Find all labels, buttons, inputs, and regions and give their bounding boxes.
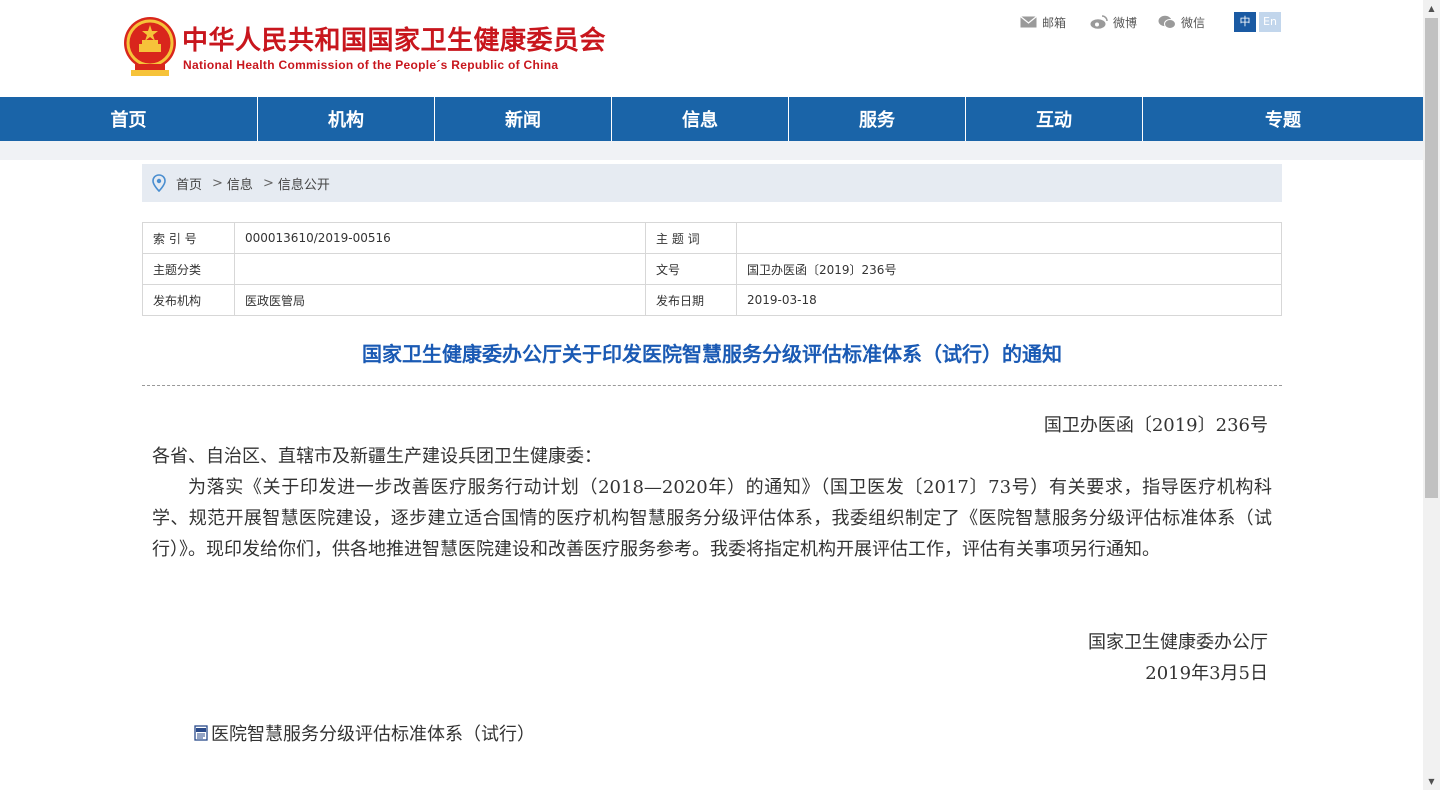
site-title-en[interactable]: National Health Commission of the People… (183, 58, 558, 72)
wechat-icon (1158, 15, 1176, 29)
location-pin-icon (152, 174, 166, 192)
document-number: 国卫办医函〔2019〕236号 (1043, 415, 1268, 436)
lang-zh-button[interactable]: 中 (1234, 12, 1256, 32)
scroll-down-arrow-icon[interactable]: ▼ (1423, 773, 1440, 790)
meta-value: 国卫办医函〔2019〕236号 (736, 253, 1282, 285)
nav-shadow-band (0, 141, 1423, 160)
meta-key: 主题分类 (142, 253, 235, 285)
meta-value: 医政医管局 (234, 284, 646, 316)
article-body: 为落实《关于印发进一步改善医疗服务行动计划（2018—2020年）的通知》（国卫… (152, 477, 1272, 560)
meta-key: 文号 (645, 253, 737, 285)
table-row: 索 引 号 000013610/2019-00516 主 题 词 (142, 222, 1282, 254)
scroll-up-arrow-icon[interactable]: ▲ (1423, 0, 1440, 17)
nav-item-info[interactable]: 信息 (612, 97, 789, 141)
page-scrollbar[interactable]: ▲ ▼ (1423, 0, 1440, 790)
nav-item-organization[interactable]: 机构 (258, 97, 435, 141)
national-emblem-icon[interactable] (123, 16, 177, 78)
site-header: 中华人民共和国国家卫生健康委员会 National Health Commiss… (0, 0, 1423, 97)
meta-value: 000013610/2019-00516 (234, 222, 646, 254)
main-nav: 首页 机构 新闻 信息 服务 互动 专题 (0, 97, 1423, 141)
nav-item-news[interactable]: 新闻 (435, 97, 612, 141)
attachment-link[interactable]: 医院智慧服务分级评估标准体系（试行） (193, 720, 535, 746)
wechat-label: 微信 (1181, 15, 1206, 30)
meta-key: 发布机构 (142, 284, 235, 316)
breadcrumb-home[interactable]: 首页 (176, 174, 202, 193)
site-title-cn[interactable]: 中华人民共和国国家卫生健康委员会 (182, 20, 606, 57)
document-meta-table: 索 引 号 000013610/2019-00516 主 题 词 主题分类 文号… (142, 222, 1282, 316)
lang-en-button[interactable]: En (1259, 12, 1281, 32)
mail-link[interactable]: 邮箱 (1020, 13, 1066, 31)
signature-organization: 国家卫生健康委办公厅 (1088, 632, 1268, 653)
meta-key: 主 题 词 (645, 222, 737, 254)
nav-item-services[interactable]: 服务 (789, 97, 966, 141)
signature-date: 2019年3月5日 (1145, 663, 1268, 684)
breadcrumb-disclosure[interactable]: 信息公开 (278, 174, 330, 193)
title-divider (142, 385, 1282, 386)
addressee: 各省、自治区、直辖市及新疆生产建设兵团卫生健康委： (152, 446, 602, 467)
mail-label: 邮箱 (1042, 15, 1067, 30)
weibo-icon (1090, 15, 1108, 29)
nav-item-home[interactable]: 首页 (0, 97, 258, 141)
nav-item-topics[interactable]: 专题 (1143, 97, 1423, 141)
meta-value (736, 222, 1282, 254)
meta-value: 2019-03-18 (736, 284, 1282, 316)
breadcrumb-info[interactable]: 信息 (227, 174, 253, 193)
scrollbar-thumb[interactable] (1425, 18, 1438, 498)
breadcrumb-separator: > (212, 175, 223, 191)
document-file-icon (194, 725, 208, 741)
meta-value (234, 253, 646, 285)
attachment-label: 医院智慧服务分级评估标准体系（试行） (211, 724, 535, 745)
nav-item-interaction[interactable]: 互动 (966, 97, 1143, 141)
breadcrumb: 首页 > 信息 > 信息公开 (142, 164, 1282, 202)
wechat-link[interactable]: 微信 (1158, 13, 1205, 31)
article-title: 国家卫生健康委办公厅关于印发医院智慧服务分级评估标准体系（试行）的通知 (362, 342, 1062, 366)
meta-key: 索 引 号 (142, 222, 235, 254)
meta-key: 发布日期 (645, 284, 737, 316)
table-row: 发布机构 医政医管局 发布日期 2019-03-18 (142, 284, 1282, 316)
breadcrumb-separator: > (262, 175, 274, 191)
weibo-label: 微博 (1113, 15, 1138, 30)
table-row: 主题分类 文号 国卫办医函〔2019〕236号 (142, 253, 1282, 285)
mail-icon (1020, 16, 1037, 28)
weibo-link[interactable]: 微博 (1090, 13, 1137, 31)
